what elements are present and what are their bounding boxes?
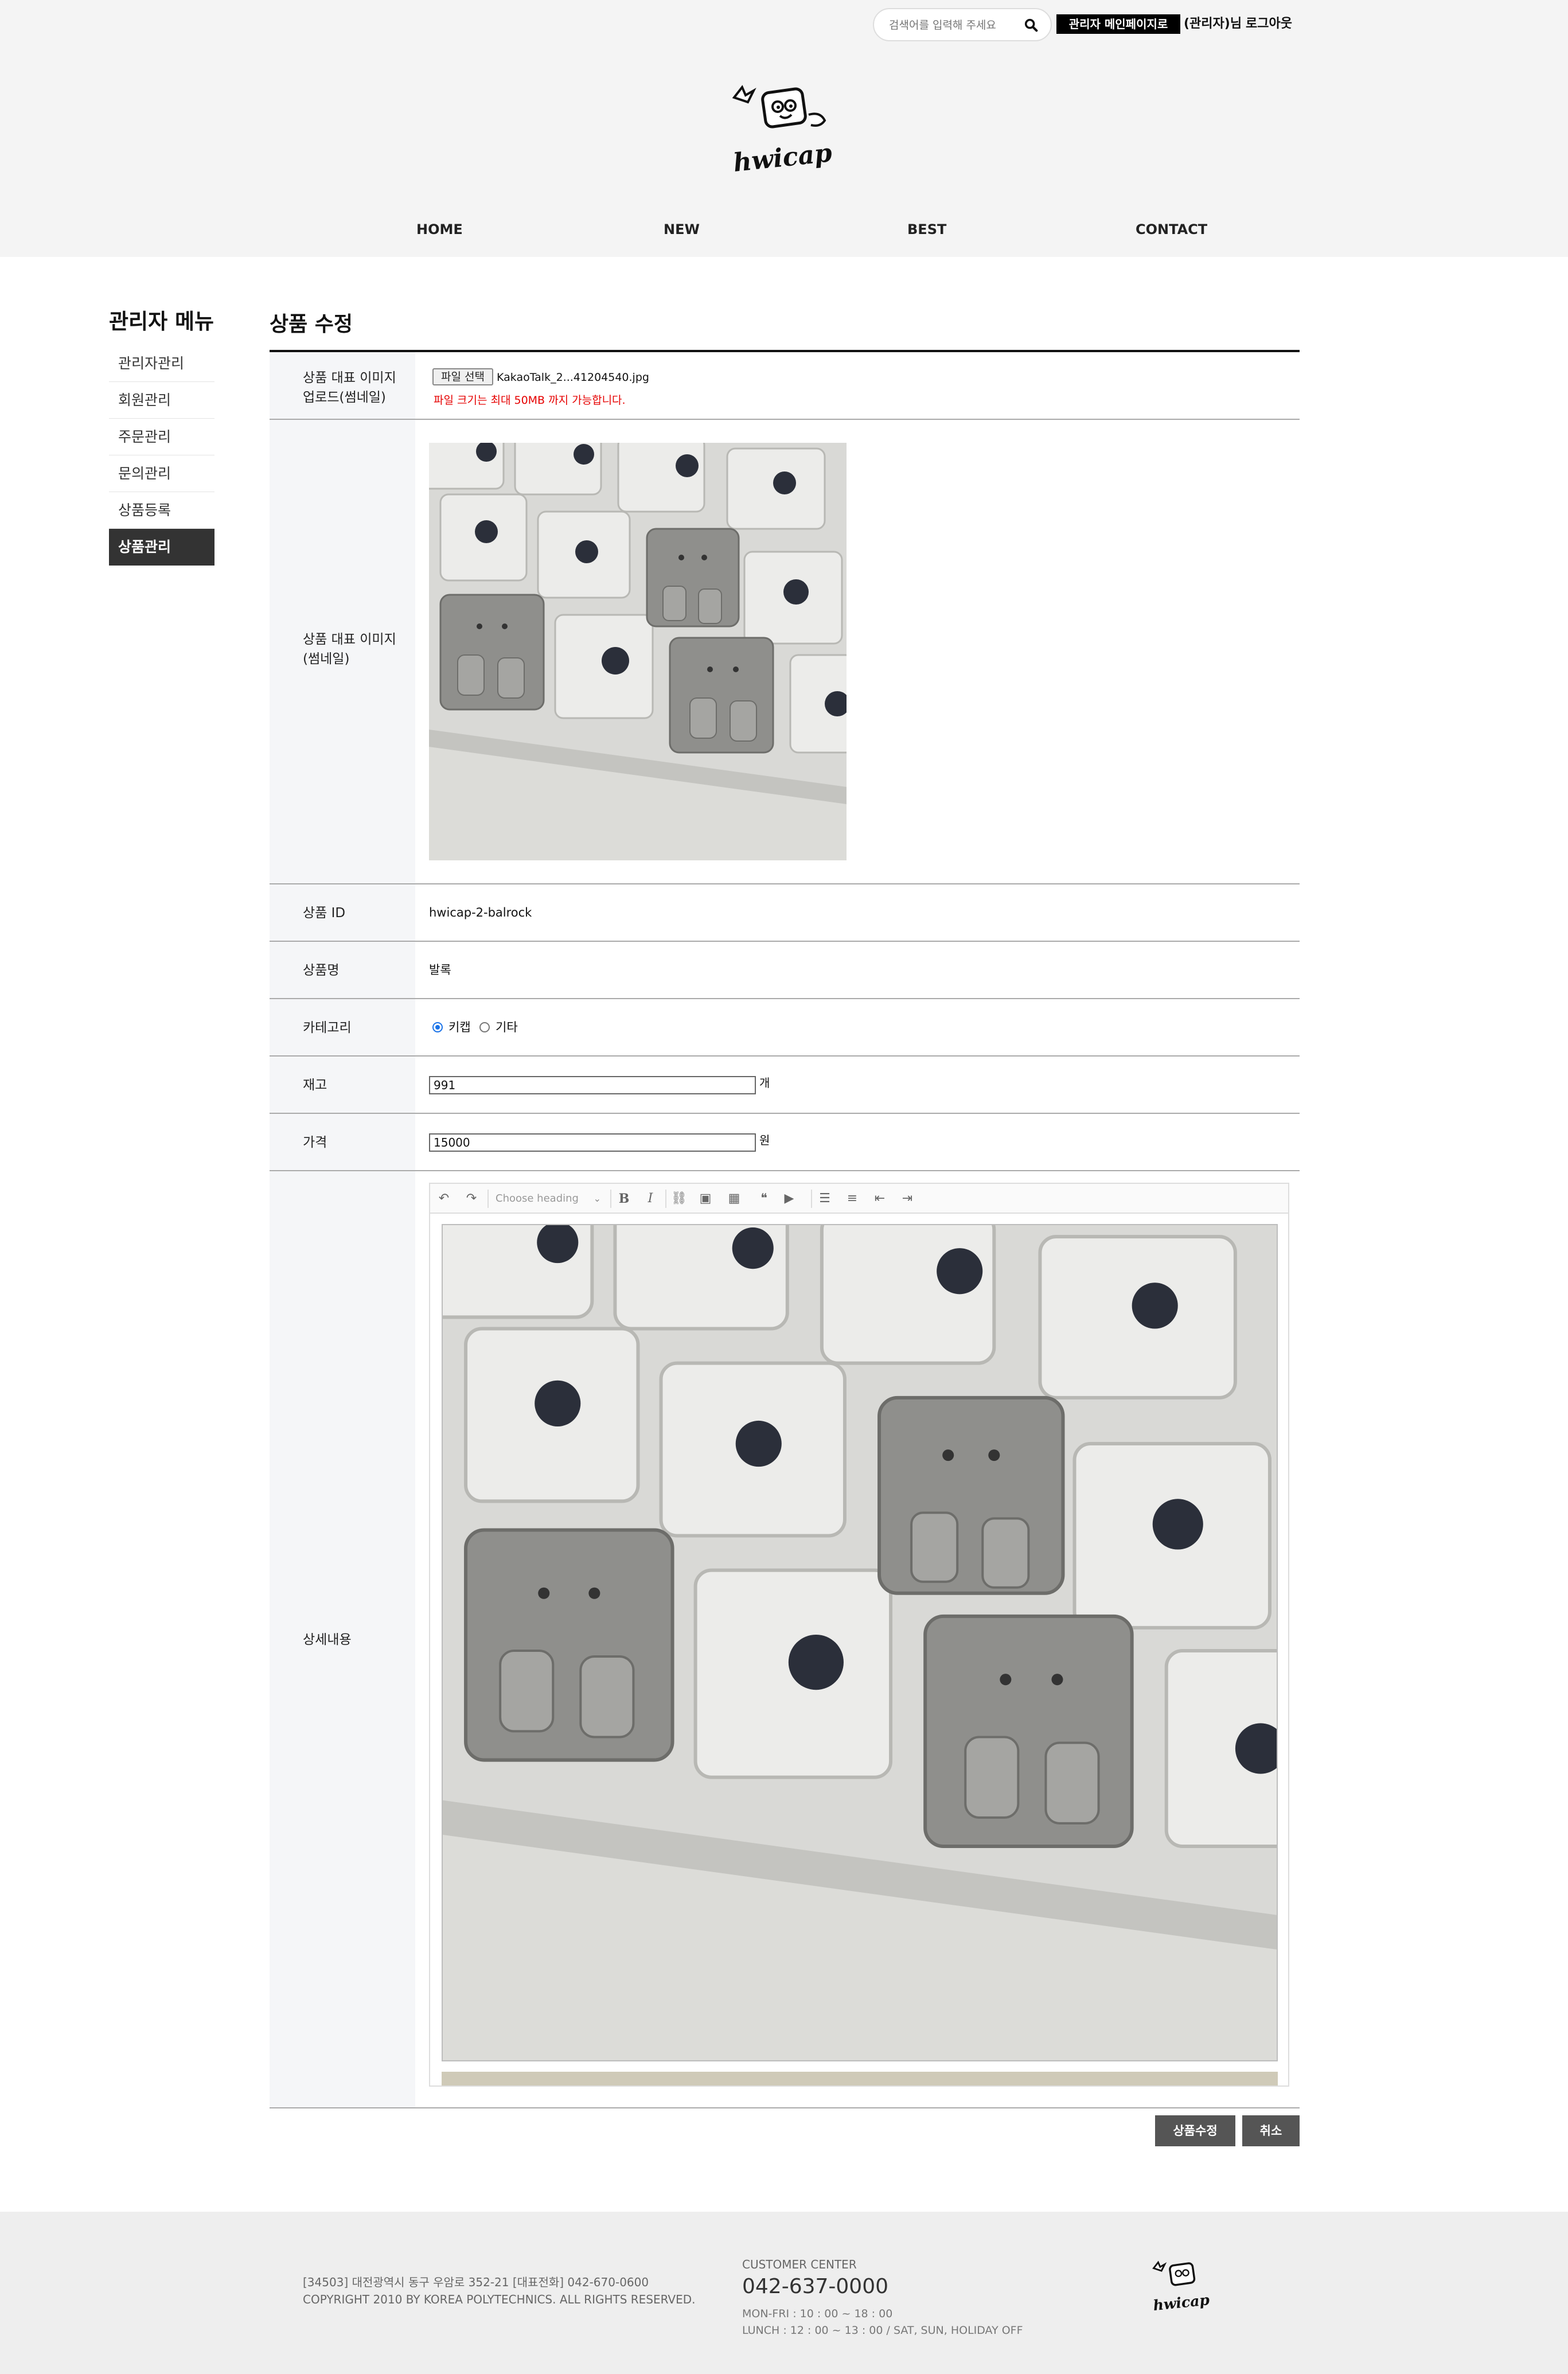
- sidebar-item-admin-manage[interactable]: 관리자관리: [109, 345, 214, 382]
- product-name-row: 상품명 발록: [270, 942, 1300, 999]
- category-radio-etc[interactable]: [479, 1022, 490, 1032]
- numbered-list-icon[interactable]: ≡: [844, 1191, 860, 1207]
- stock-unit: 개: [759, 1076, 770, 1090]
- upload-label-line1: 상품 대표 이미지: [303, 371, 396, 385]
- chevron-down-icon: ⌄: [593, 1193, 601, 1204]
- page-title: 상품 수정: [270, 313, 353, 336]
- submit-edit-button[interactable]: 상품수정: [1155, 2115, 1235, 2146]
- customer-center-phone: 042-637-0000: [742, 2275, 889, 2298]
- rich-text-editor[interactable]: ↶ ↷ Choose heading ⌄ B I ⛓ ▣ ▦ ❝ ▶ ☰ ≡ ⇤…: [429, 1183, 1289, 2087]
- price-unit: 원: [759, 1133, 770, 1147]
- product-id-row: 상품 ID hwicap-2-balrock: [270, 884, 1300, 942]
- footer-address: [34503] 대전광역시 동구 우암로 352-21 [대표전화] 042-6…: [303, 2275, 649, 2289]
- bold-icon[interactable]: B: [616, 1191, 632, 1207]
- admin-sidebar: 관리자관리 회원관리 주문관리 문의관리 상품등록 상품관리: [109, 345, 214, 566]
- price-input[interactable]: [429, 1133, 756, 1152]
- nav-home[interactable]: HOME: [416, 218, 463, 241]
- product-edit-form: 상품 대표 이미지 업로드(썸네일) 파일 선택 KakaoTalk_2...4…: [270, 350, 1300, 2108]
- admin-user-name: (관리자)님: [1184, 17, 1242, 31]
- price-label: 가격: [303, 1135, 327, 1150]
- nav-best[interactable]: BEST: [907, 218, 946, 241]
- footer-logo[interactable]: hwicap: [1147, 2258, 1216, 2315]
- upload-label-line2: 업로드(썸네일): [303, 390, 386, 405]
- keycap-photo-large: [443, 1225, 1277, 2060]
- editor-content-image-2[interactable]: [442, 2072, 1278, 2085]
- customer-center-hours: MON-FRI : 10 : 00 ~ 18 : 00 LUNCH : 12 :…: [742, 2306, 1023, 2339]
- stock-label: 재고: [303, 1078, 327, 1093]
- category-option-keycap: 키캡: [448, 1020, 471, 1034]
- thumbnail-row: 상품 대표 이미지 (썸네일): [270, 420, 1300, 884]
- bulleted-list-icon[interactable]: ☰: [817, 1191, 833, 1207]
- hwicap-logo[interactable]: hwicap: [723, 80, 843, 178]
- detail-row: 상세내용 ↶ ↷ Choose heading ⌄ B I ⛓ ▣ ▦ ❝ ▶ …: [270, 1171, 1300, 2108]
- main-nav: HOME NEW BEST CONTACT: [0, 218, 1568, 241]
- category-label: 카테고리: [303, 1020, 352, 1035]
- logo-wordmark: hwicap: [732, 138, 833, 178]
- heading-dropdown[interactable]: Choose heading ⌄: [496, 1190, 604, 1208]
- upload-row: 상품 대표 이미지 업로드(썸네일) 파일 선택 KakaoTalk_2...4…: [270, 352, 1300, 420]
- file-size-warning: 파일 크기는 최대 50MB 까지 가능합니다.: [434, 394, 626, 407]
- category-option-etc: 기타: [496, 1020, 518, 1034]
- admin-main-page-button[interactable]: 관리자 메인페이지로: [1056, 14, 1180, 34]
- sidebar-title: 관리자 메뉴: [109, 309, 214, 334]
- file-select-button[interactable]: 파일 선택: [432, 368, 493, 385]
- hours-lunch: LUNCH : 12 : 00 ~ 13 : 00 / SAT, SUN, HO…: [742, 2324, 1023, 2337]
- link-icon[interactable]: ⛓: [671, 1191, 687, 1207]
- site-footer: [34503] 대전광역시 동구 우암로 352-21 [대표전화] 042-6…: [0, 2212, 1568, 2374]
- blockquote-icon[interactable]: ❝: [756, 1191, 772, 1207]
- italic-icon[interactable]: I: [642, 1191, 658, 1207]
- product-id-label: 상품 ID: [303, 906, 346, 921]
- logout-link[interactable]: 로그아웃: [1246, 14, 1292, 34]
- footer-copyright: COPYRIGHT 2010 BY KOREA POLYTECHNICS. AL…: [303, 2293, 696, 2306]
- sidebar-item-member-manage[interactable]: 회원관리: [109, 382, 214, 419]
- table-icon[interactable]: ▦: [726, 1191, 742, 1207]
- sidebar-item-order-manage[interactable]: 주문관리: [109, 419, 214, 455]
- footer-address-block: [34503] 대전광역시 동구 우암로 352-21 [대표전화] 042-6…: [303, 2274, 696, 2308]
- media-embed-icon[interactable]: ▶: [781, 1191, 797, 1207]
- search-box[interactable]: [873, 8, 1052, 41]
- thumbnail-label: 상품 대표 이미지 (썸네일): [270, 420, 415, 883]
- editor-toolbar: ↶ ↷ Choose heading ⌄ B I ⛓ ▣ ▦ ❝ ▶ ☰ ≡ ⇤…: [430, 1184, 1288, 1214]
- indent-icon[interactable]: ⇥: [899, 1191, 915, 1207]
- outdent-icon[interactable]: ⇤: [872, 1191, 888, 1207]
- selected-file-name: KakaoTalk_2...41204540.jpg: [497, 371, 649, 384]
- stock-row: 재고 개: [270, 1057, 1300, 1114]
- thumbnail-label-line2: (썸네일): [303, 652, 350, 666]
- product-name-value: 발록: [429, 963, 451, 977]
- footer-logo-wordmark: hwicap: [1152, 2291, 1211, 2314]
- category-radio-keycap[interactable]: [432, 1022, 443, 1032]
- nav-new[interactable]: NEW: [664, 218, 700, 241]
- undo-icon[interactable]: ↶: [436, 1191, 452, 1207]
- image-upload-icon[interactable]: ▣: [697, 1191, 713, 1207]
- thumbnail-label-line1: 상품 대표 이미지: [303, 632, 396, 647]
- site-header: 관리자 메인페이지로 (관리자)님 로그아웃 hwicap HOME NEW B…: [0, 0, 1568, 257]
- price-row: 가격 원: [270, 1114, 1300, 1171]
- search-icon[interactable]: [1023, 17, 1039, 33]
- search-input[interactable]: [889, 15, 1021, 36]
- heading-dropdown-label: Choose heading: [496, 1192, 579, 1204]
- sidebar-item-product-manage[interactable]: 상품관리: [109, 529, 214, 566]
- thumbnail-preview-image: [429, 443, 847, 860]
- hours-weekday: MON-FRI : 10 : 00 ~ 18 : 00: [742, 2307, 893, 2320]
- category-row: 카테고리 키캡 기타: [270, 999, 1300, 1057]
- sidebar-item-inquiry-manage[interactable]: 문의관리: [109, 455, 214, 492]
- editor-content-image[interactable]: [442, 1224, 1278, 2061]
- nav-contact[interactable]: CONTACT: [1136, 218, 1207, 241]
- product-name-label: 상품명: [303, 963, 340, 978]
- product-id-value: hwicap-2-balrock: [429, 906, 532, 919]
- cancel-button[interactable]: 취소: [1242, 2115, 1300, 2146]
- customer-center-title: CUSTOMER CENTER: [742, 2258, 857, 2271]
- detail-label: 상세내용: [303, 1632, 352, 1647]
- stock-input[interactable]: [429, 1076, 756, 1094]
- upload-label: 상품 대표 이미지 업로드(썸네일): [270, 352, 415, 419]
- sidebar-item-product-register[interactable]: 상품등록: [109, 492, 214, 529]
- keycap-photo: [429, 443, 847, 860]
- redo-icon[interactable]: ↷: [463, 1191, 479, 1207]
